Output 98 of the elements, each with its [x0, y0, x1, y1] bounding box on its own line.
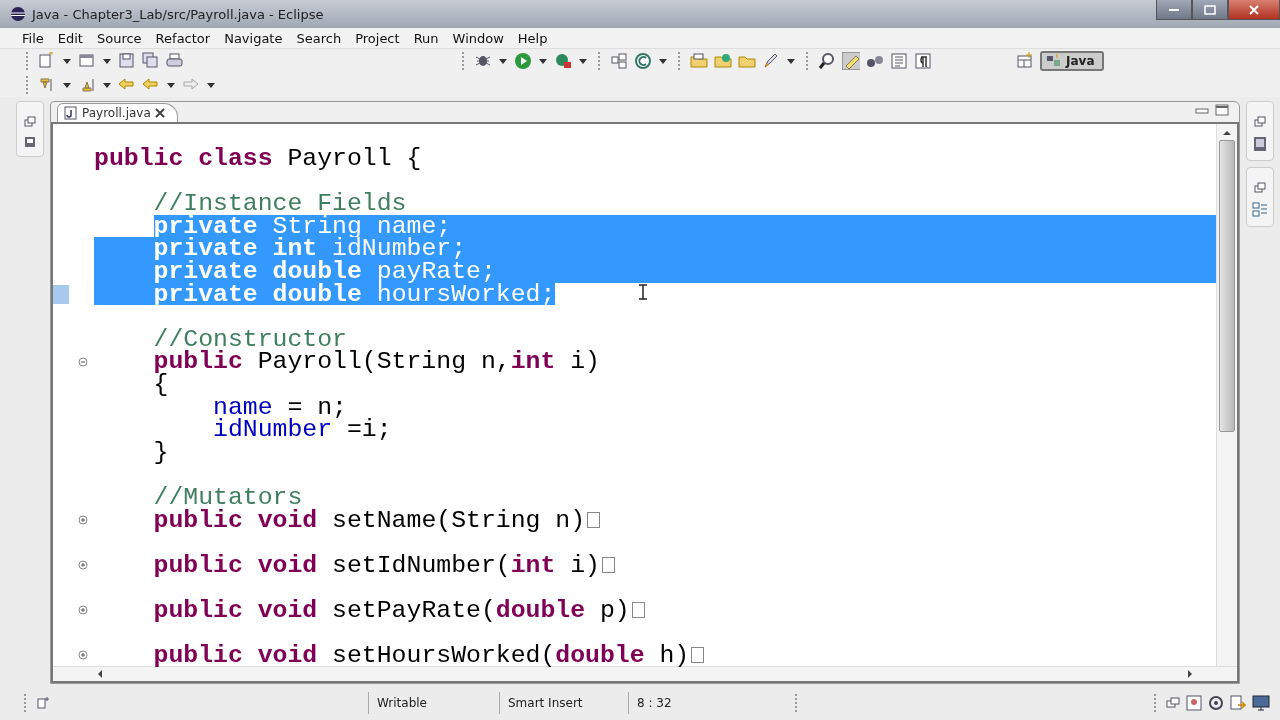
code-line: private int idNumber;	[152, 237, 467, 260]
scroll-up-icon[interactable]	[1222, 130, 1232, 136]
menu-item[interactable]: File	[18, 29, 50, 47]
caret-icon[interactable]	[62, 80, 72, 90]
java-perspective-icon	[1046, 54, 1062, 68]
status-insert-mode: Smart Insert	[499, 692, 622, 714]
menu-item[interactable]: Help	[513, 29, 554, 47]
java-file-icon	[64, 106, 78, 120]
pilcrow-icon[interactable]	[914, 52, 932, 70]
code-line: //Instance Fields	[152, 192, 407, 215]
run-icon[interactable]	[514, 52, 532, 70]
caret-icon[interactable]	[102, 56, 112, 66]
caret-icon[interactable]	[498, 56, 508, 66]
close-icon[interactable]	[154, 108, 165, 118]
code-line: idNumber =i;	[212, 418, 392, 441]
new-file-icon[interactable]	[38, 52, 56, 70]
code-line: public Payroll(String n,int i)	[152, 350, 600, 373]
maximize-button[interactable]	[1192, 0, 1228, 20]
outline-icon[interactable]	[1252, 202, 1268, 218]
block-icon[interactable]	[890, 52, 908, 70]
menu-item[interactable]: Run	[409, 29, 445, 47]
window-title: Java - Chapter3_Lab/src/Payroll.java - Eclipse	[32, 6, 324, 22]
caret-icon[interactable]	[206, 80, 216, 90]
run-config-icon[interactable]	[554, 52, 572, 70]
window-icon[interactable]	[78, 52, 96, 70]
restore-icon[interactable]	[24, 116, 36, 128]
scroll-right-icon[interactable]	[1187, 669, 1193, 679]
close-button[interactable]	[1228, 0, 1280, 20]
caret-icon[interactable]	[578, 56, 588, 66]
monitor-icon[interactable]	[1252, 695, 1270, 711]
folded-code-icon[interactable]	[691, 647, 705, 664]
printer-icon[interactable]	[166, 52, 184, 70]
status-mode: Writable	[368, 692, 493, 714]
code-line: name = n;	[212, 395, 347, 419]
restore-icon[interactable]	[1254, 182, 1266, 194]
minimize-icon[interactable]	[1195, 106, 1209, 116]
menu-item[interactable]: Refactor	[151, 29, 217, 47]
editor-tab[interactable]: Payroll.java	[57, 103, 178, 122]
vertical-scrollbar[interactable]	[1216, 124, 1237, 666]
code-line: private double hoursWorked;	[152, 282, 556, 306]
menu-item[interactable]: Edit	[53, 29, 89, 47]
caret-icon[interactable]	[166, 80, 176, 90]
class-icon[interactable]	[634, 52, 652, 70]
close-icon	[1248, 4, 1260, 15]
scroll-thumb[interactable]	[1219, 140, 1235, 432]
save-all-icon[interactable]	[142, 52, 160, 70]
folded-code-icon[interactable]	[631, 602, 645, 619]
menu-item[interactable]: Window	[448, 29, 510, 47]
minimize-icon	[1169, 8, 1179, 11]
code-line: {	[152, 372, 169, 396]
caret-icon[interactable]	[538, 56, 548, 66]
menu-item[interactable]: Project	[351, 29, 406, 47]
code-line: //Constructor	[152, 327, 347, 351]
scroll-left-icon[interactable]	[97, 669, 103, 679]
document-arrow-icon[interactable]	[1230, 695, 1246, 711]
code-line: public void setIdNumber(int i)	[152, 553, 600, 577]
eclipse-icon	[10, 6, 26, 22]
package-icon[interactable]	[610, 52, 628, 70]
expand-icon[interactable]	[78, 514, 88, 525]
menu-item[interactable]: Source	[92, 29, 148, 47]
document-icon[interactable]	[1253, 136, 1267, 152]
highlight-icon[interactable]	[842, 52, 860, 70]
maximize-icon[interactable]	[1215, 104, 1229, 116]
menu-item[interactable]: Search	[292, 29, 348, 47]
caret-icon[interactable]	[786, 56, 796, 66]
fast-view-icon[interactable]	[36, 696, 50, 710]
expand-icon[interactable]	[78, 650, 88, 661]
code-line: public void setHoursWorked(double h)	[152, 644, 690, 667]
minimize-button[interactable]	[1156, 0, 1192, 20]
expand-icon[interactable]	[78, 560, 88, 570]
panel-icon[interactable]	[24, 136, 36, 148]
code-line: public void setPayRate(double p)	[152, 598, 630, 622]
save-icon[interactable]	[118, 52, 136, 70]
maximize-icon	[1204, 4, 1216, 15]
folded-code-icon[interactable]	[601, 557, 615, 573]
horizontal-scrollbar[interactable]	[53, 666, 1237, 681]
search-icon[interactable]	[818, 52, 836, 70]
perspective-button[interactable]: Java	[1040, 51, 1105, 71]
collapse-icon[interactable]	[78, 356, 88, 367]
caret-icon[interactable]	[102, 80, 112, 90]
code-line: public void setName(String n)	[152, 508, 586, 532]
open-perspective-icon[interactable]	[1016, 52, 1034, 70]
code-line: }	[152, 440, 169, 464]
restore-icon[interactable]	[1254, 116, 1266, 128]
caret-icon[interactable]	[658, 56, 668, 66]
code-line: //Mutators	[152, 485, 303, 509]
caret-icon[interactable]	[62, 56, 72, 66]
menu-item[interactable]: Navigate	[220, 29, 289, 47]
text-cursor-icon	[638, 284, 648, 300]
expand-icon[interactable]	[78, 605, 88, 616]
code-line: private String name;	[153, 214, 452, 238]
restore-icon[interactable]	[1166, 696, 1180, 710]
code-line: public class Payroll {	[94, 147, 422, 170]
open-type-icon[interactable]	[690, 52, 708, 70]
folded-code-icon[interactable]	[587, 511, 601, 528]
code-line: private double payRate;	[152, 259, 496, 283]
open-task-icon[interactable]	[714, 52, 732, 70]
cursor-position: 8 : 32	[628, 692, 785, 714]
